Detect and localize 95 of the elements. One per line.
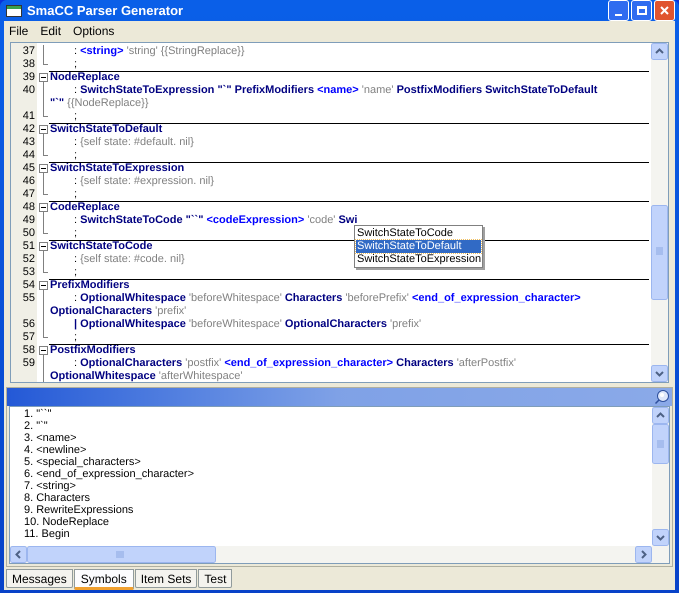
horizontal-scrollbar[interactable]	[10, 546, 669, 563]
window-icon	[6, 4, 22, 16]
line-number: 40	[22, 84, 35, 96]
code-line: ;	[74, 149, 78, 161]
menu-item[interactable]: Options	[69, 22, 118, 40]
line-number: 50	[22, 227, 35, 239]
tab[interactable]: Messages	[6, 569, 73, 588]
line-number: 42	[22, 123, 35, 135]
code-line: ;	[74, 266, 78, 278]
code-line: SwitchStateToDefault	[50, 123, 162, 135]
code-line: : {self state: #default. nil}	[74, 136, 194, 148]
code-line: : {self state: #expression. nil}	[74, 175, 214, 187]
completion-item[interactable]: SwitchStateToCode	[356, 227, 481, 240]
code-line: ;	[74, 58, 78, 70]
code-line: : {self state: #code. nil}	[74, 253, 185, 265]
tab[interactable]: Symbols	[74, 569, 134, 590]
scroll-thumb-icon[interactable]	[27, 546, 216, 563]
code-line: NodeReplace	[50, 71, 120, 83]
vertical-scrollbar[interactable]	[651, 43, 668, 382]
code-line: ;	[74, 331, 78, 343]
line-number: 57	[22, 331, 35, 343]
code-line: : SwitchStateToExpression "`" PrefixModifiers <name> 'name' PostfixModifiers SwitchStateToDefault	[74, 84, 598, 96]
code-line: ;	[74, 227, 78, 239]
code-line: PostfixModifiers	[50, 344, 136, 356]
line-number: 38	[22, 58, 35, 70]
symbol-item: 8. Characters	[24, 492, 92, 504]
collapse-icon[interactable]	[39, 346, 48, 355]
code-line: : OptionalCharacters 'postfix' <end_of_expression_character> Characters 'afterPostfix'	[74, 357, 516, 369]
line-number: 51	[22, 240, 35, 252]
symbol-item: 1. "``"	[24, 408, 52, 420]
code-line: : OptionalWhitespace 'beforeWhitespace' Characters 'beforePrefix' <end_of_expression_character>	[74, 292, 581, 304]
line-number: 59	[22, 357, 35, 369]
collapse-icon[interactable]	[39, 203, 48, 212]
symbol-item: 6. <end_of_expression_character>	[24, 468, 196, 480]
scroll-thumb-icon[interactable]	[651, 205, 668, 300]
line-number: 39	[22, 71, 35, 83]
scroll-left-icon[interactable]	[10, 546, 27, 563]
line-number: 45	[22, 162, 35, 174]
collapse-icon[interactable]	[39, 125, 48, 134]
collapse-icon[interactable]	[39, 281, 48, 290]
window-title: SmaCC Parser Generator	[27, 2, 184, 20]
scroll-right-icon[interactable]	[635, 546, 652, 563]
scroll-thumb-icon[interactable]	[652, 424, 669, 464]
vertical-scrollbar[interactable]	[652, 407, 669, 546]
scroll-down-icon[interactable]	[651, 365, 668, 382]
close-button[interactable]	[654, 0, 675, 21]
scroll-down-icon[interactable]	[652, 529, 669, 546]
line-number: 37	[22, 45, 35, 57]
code-line: OptionalCharacters 'prefix'	[50, 305, 186, 317]
menu-item[interactable]: Edit	[36, 22, 66, 40]
line-number: 54	[22, 279, 35, 291]
line-number: 48	[22, 201, 35, 213]
symbol-item: 11. Begin	[24, 528, 71, 540]
tab[interactable]: Item Sets	[134, 569, 198, 588]
collapse-icon[interactable]	[39, 242, 48, 251]
tab[interactable]: Test	[198, 569, 232, 588]
code-line: CodeReplace	[50, 201, 120, 213]
line-number: 43	[22, 136, 35, 148]
line-number: 55	[22, 292, 35, 304]
line-number: 47	[22, 188, 35, 200]
maximize-button[interactable]	[631, 0, 652, 21]
line-number: 53	[22, 266, 35, 278]
collapse-icon[interactable]	[39, 164, 48, 173]
code-line: : <string> 'string' {{StringReplace}}	[74, 45, 245, 57]
code-line: ;	[74, 110, 78, 122]
symbol-item: 3. <name>	[24, 432, 78, 444]
minimize-button[interactable]	[608, 0, 629, 21]
symbol-item: 4. <newline>	[24, 444, 88, 456]
symbol-item: 9. RewriteExpressions	[24, 504, 134, 516]
line-number: 52	[22, 253, 35, 265]
code-line: "`" {{NodeReplace}}	[50, 97, 149, 109]
symbol-item: 10. NodeReplace	[24, 516, 110, 528]
symbol-item: 2. "`"	[24, 420, 49, 432]
code-line: ;	[74, 188, 78, 200]
code-line: SwitchStateToCode	[50, 240, 152, 252]
code-line: : SwitchStateToCode "``" <codeExpression> 'code' Swi	[74, 214, 358, 226]
menu-item[interactable]: File	[5, 22, 32, 40]
code-line: SwitchStateToExpression	[50, 162, 184, 174]
symbol-item: 7. <string>	[24, 480, 77, 492]
completion-item[interactable]: SwitchStateToDefault	[356, 240, 481, 253]
line-number: 41	[22, 110, 35, 122]
line-number: 44	[22, 149, 35, 161]
scroll-up-icon[interactable]	[652, 407, 669, 424]
line-number: 49	[22, 214, 35, 226]
completion-item[interactable]: SwitchStateToExpression	[356, 253, 481, 266]
symbol-item: 5. <special_characters>	[24, 456, 142, 468]
code-line: OptionalWhitespace 'afterWhitespace'	[50, 370, 242, 382]
code-line: | OptionalWhitespace 'beforeWhitespace' OptionalCharacters 'prefix'	[74, 318, 422, 330]
line-number: 56	[22, 318, 35, 330]
line-number: 58	[22, 344, 35, 356]
code-line: PrefixModifiers	[50, 279, 130, 291]
scroll-up-icon[interactable]	[651, 43, 668, 60]
collapse-icon[interactable]	[39, 73, 48, 82]
line-number: 46	[22, 175, 35, 187]
close-icon	[659, 5, 670, 16]
